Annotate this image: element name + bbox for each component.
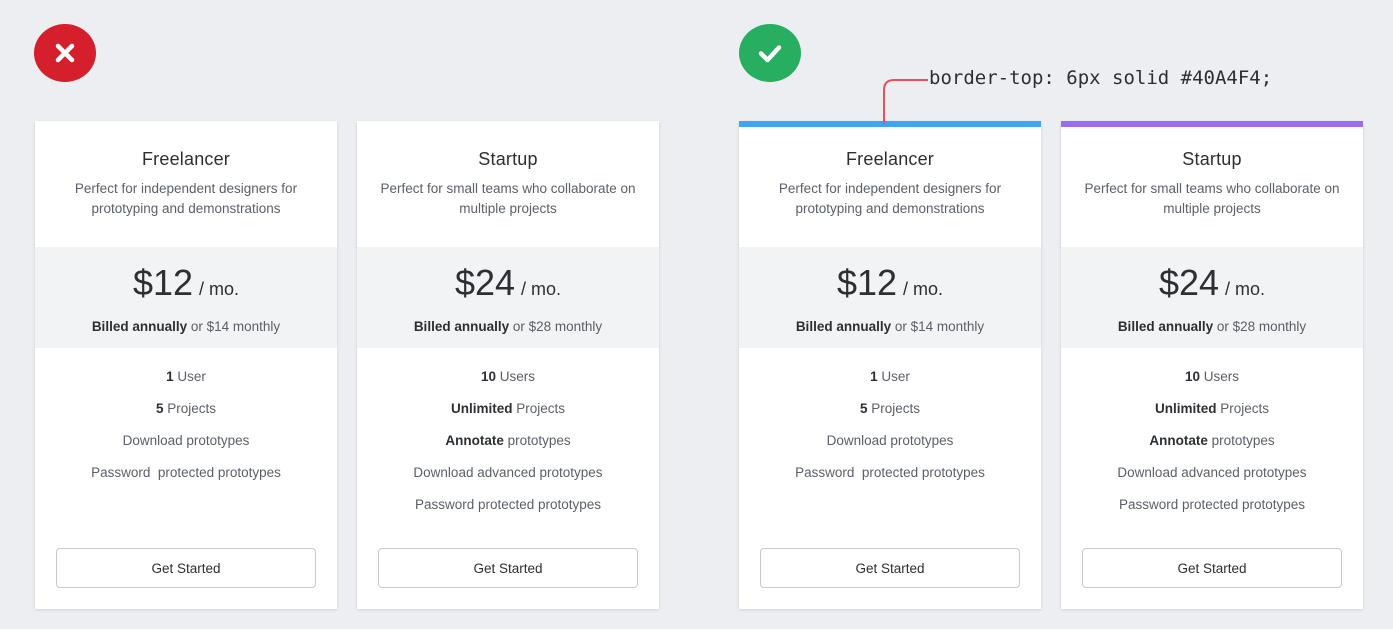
price-period: / mo. [1225, 279, 1266, 299]
feature-item: Password protected prototypes [414, 497, 602, 512]
price-period: / mo. [903, 279, 944, 299]
feature-item: Annotate prototypes [1149, 433, 1275, 448]
plan-description: Perfect for small teams who collaborate … [1084, 181, 1340, 216]
feature-item: Unlimited Projects [1154, 401, 1270, 416]
billing-bold: Billed annually [1117, 319, 1214, 334]
pricing-card-startup: Startup Perfect for small teams who coll… [357, 121, 659, 609]
plan-title: Freelancer [845, 149, 935, 169]
billing-rest: or $14 monthly [190, 319, 281, 334]
billing-note: Billed annually or $14 monthly [35, 319, 337, 334]
feature-item: Password protected prototypes [1118, 497, 1306, 512]
price-section: $24 / mo. Billed annually or $28 monthly [1061, 247, 1363, 348]
billing-rest: or $28 monthly [512, 319, 603, 334]
get-started-button[interactable]: Get Started [378, 548, 638, 588]
price-section: $24 / mo. Billed annually or $28 monthly [357, 247, 659, 348]
card-header: Startup Perfect for small teams who coll… [357, 121, 659, 247]
feature-item: Download advanced prototypes [413, 465, 603, 480]
billing-rest: or $28 monthly [1216, 319, 1307, 334]
good-example-panel: Freelancer Perfect for independent desig… [696, 0, 1393, 629]
feature-item: 1 User [166, 369, 206, 384]
plan-title: Startup [478, 149, 538, 169]
plan-title: Startup [1182, 149, 1242, 169]
plan-description: Perfect for small teams who collaborate … [380, 181, 636, 216]
billing-rest: or $14 monthly [894, 319, 985, 334]
price-section: $12 / mo. Billed annually or $14 monthly [35, 247, 337, 348]
x-icon [34, 24, 96, 82]
css-annotation: border-top: 6px solid #40A4F4; [929, 67, 1273, 89]
pricing-card-startup: Startup Perfect for small teams who coll… [1061, 121, 1363, 609]
feature-item: 5 Projects [859, 401, 921, 416]
get-started-button[interactable]: Get Started [1082, 548, 1342, 588]
plan-description: Perfect for independent designers for pr… [778, 181, 1002, 216]
billing-bold: Billed annually [413, 319, 510, 334]
feature-item: 10 Users [1184, 369, 1240, 384]
get-started-button[interactable]: Get Started [760, 548, 1020, 588]
price-amount: $12 [836, 262, 898, 303]
feature-item: Annotate prototypes [445, 433, 571, 448]
feature-item: 1 User [870, 369, 910, 384]
billing-bold: Billed annually [795, 319, 892, 334]
feature-list: 1 User 5 Projects Download prototypes Pa… [739, 348, 1041, 548]
feature-list: 10 Users Unlimited Projects Annotate pro… [357, 348, 659, 548]
price-amount: $24 [1158, 262, 1220, 303]
billing-bold: Billed annually [91, 319, 188, 334]
price-amount: $12 [132, 262, 194, 303]
billing-note: Billed annually or $28 monthly [357, 319, 659, 334]
plan-description: Perfect for independent designers for pr… [74, 181, 298, 216]
plan-title: Freelancer [141, 149, 231, 169]
feature-item: Unlimited Projects [450, 401, 566, 416]
billing-note: Billed annually or $28 monthly [1061, 319, 1363, 334]
feature-list: 10 Users Unlimited Projects Annotate pro… [1061, 348, 1363, 548]
price-period: / mo. [199, 279, 240, 299]
feature-item: Download prototypes [826, 433, 954, 448]
get-started-button[interactable]: Get Started [56, 548, 316, 588]
feature-item: Download prototypes [122, 433, 250, 448]
card-header: Startup Perfect for small teams who coll… [1061, 127, 1363, 247]
feature-item: 5 Projects [155, 401, 217, 416]
card-header: Freelancer Perfect for independent desig… [35, 121, 337, 247]
feature-item: Password protected prototypes [795, 465, 985, 480]
bad-example-panel: Freelancer Perfect for independent desig… [0, 0, 696, 629]
feature-item: Download advanced prototypes [1117, 465, 1307, 480]
price-amount: $24 [454, 262, 516, 303]
pricing-card-freelancer: Freelancer Perfect for independent desig… [739, 121, 1041, 609]
feature-list: 1 User 5 Projects Download prototypes Pa… [35, 348, 337, 548]
feature-item: Password protected prototypes [91, 465, 281, 480]
card-header: Freelancer Perfect for independent desig… [739, 127, 1041, 247]
callout-line [883, 79, 928, 124]
billing-note: Billed annually or $14 monthly [739, 319, 1041, 334]
price-section: $12 / mo. Billed annually or $14 monthly [739, 247, 1041, 348]
pricing-card-freelancer: Freelancer Perfect for independent desig… [35, 121, 337, 609]
check-icon [739, 24, 801, 82]
feature-item: 10 Users [480, 369, 536, 384]
price-period: / mo. [521, 279, 562, 299]
